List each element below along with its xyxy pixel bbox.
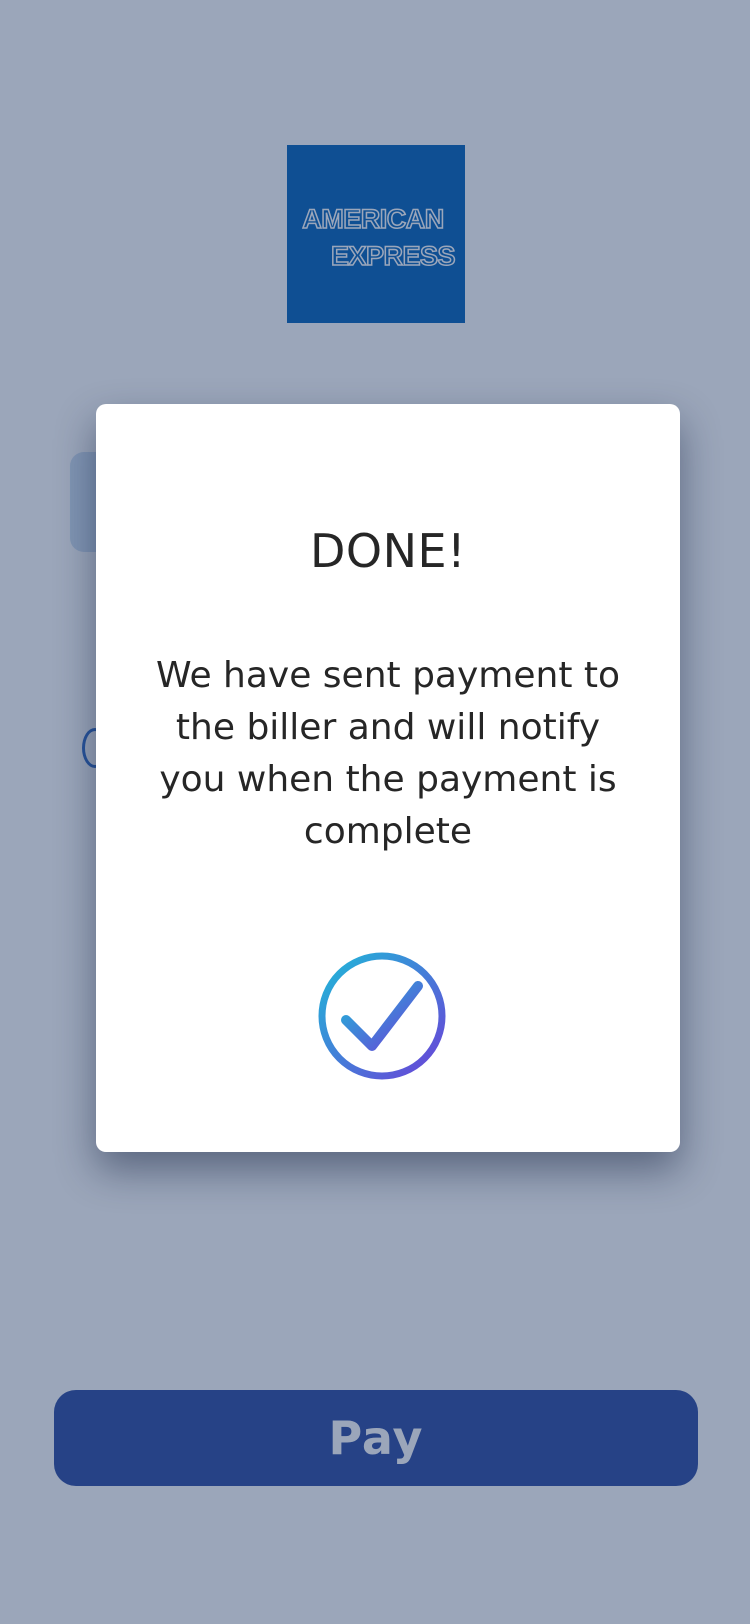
- dialog-title: DONE!: [309, 524, 467, 578]
- check-circle-icon: [318, 952, 446, 1080]
- payment-done-dialog: DONE! We have sent payment to the biller…: [96, 404, 680, 1152]
- dialog-message: We have sent payment to the biller and w…: [155, 655, 621, 852]
